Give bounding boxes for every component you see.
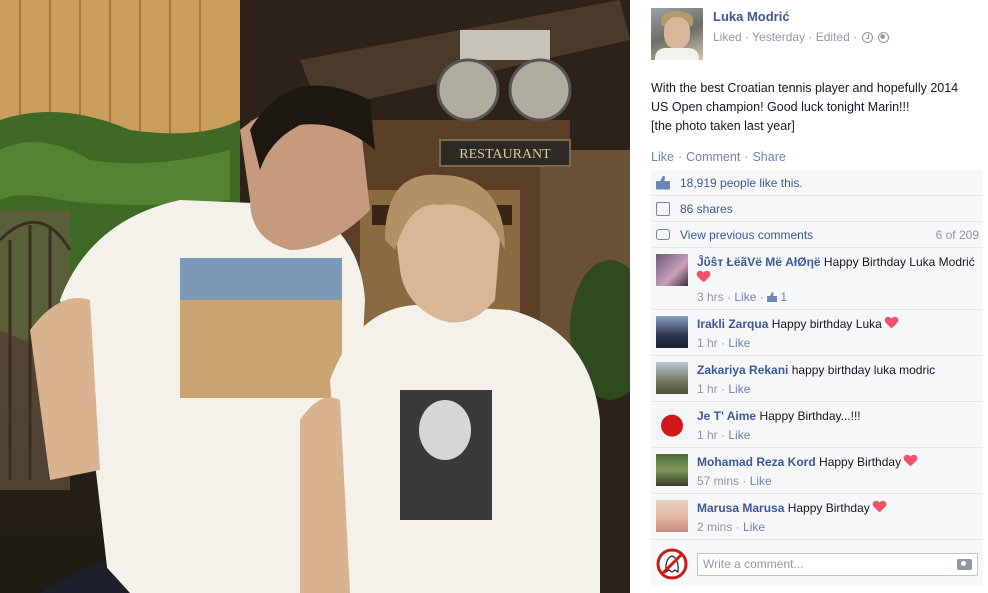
share-icon xyxy=(656,201,670,216)
photo-illustration: RESTAURANT xyxy=(0,0,630,593)
viewer-avatar[interactable] xyxy=(656,548,688,580)
comment-text: Happy Birthday xyxy=(819,455,902,469)
comment-text: happy birthday luka modric xyxy=(791,363,936,377)
heart-icon xyxy=(697,271,710,283)
comment-item: Ĵΰŝт ŁёãVё Μё ΑłØηё Happy Birthday Luka … xyxy=(651,248,983,310)
commenter-avatar[interactable] xyxy=(656,408,688,440)
like-link[interactable]: Like xyxy=(651,150,674,164)
comment-like-link[interactable]: Like xyxy=(728,382,750,396)
heart-icon xyxy=(885,317,898,329)
post-text: With the best Croatian tennis player and… xyxy=(651,79,987,136)
post-photo[interactable]: RESTAURANT xyxy=(0,0,630,593)
post-header: Luka Modrić Liked · Yesterday · Edited · xyxy=(651,8,890,60)
ghost-logo-icon xyxy=(656,548,688,580)
comment-item: Marusa Marusa Happy Birthday 2 mins · Li… xyxy=(651,494,983,540)
author-name[interactable]: Luka Modrić xyxy=(713,9,889,24)
comment-like-link[interactable]: Like xyxy=(743,520,765,534)
like-icon xyxy=(656,175,670,190)
shares-count[interactable]: 86 shares xyxy=(680,202,733,216)
comment-like-link[interactable]: Like xyxy=(750,474,772,488)
post-text-line: US Open champion! Good luck tonight Mari… xyxy=(651,100,910,114)
commenter-avatar[interactable] xyxy=(656,316,688,348)
comment-text: Happy Birthday Luka Modrić xyxy=(823,255,975,269)
likes-row[interactable]: 18,919 people like this. xyxy=(651,170,983,196)
commenter-name[interactable]: Mohamad Reza Kord xyxy=(697,455,816,469)
feedback-box: 18,919 people like this. 86 shares View … xyxy=(651,170,983,586)
comment-item: Mohamad Reza Kord Happy Birthday 57 mins… xyxy=(651,448,983,494)
comment-time[interactable]: 1 hr xyxy=(697,428,718,442)
comment-icon xyxy=(656,229,670,240)
post-meta: Liked · Yesterday · Edited · xyxy=(713,30,890,44)
heart-icon xyxy=(873,501,886,513)
comment-like-link[interactable]: Like xyxy=(728,428,750,442)
comment-time[interactable]: 1 hr xyxy=(697,336,718,350)
comment-text: Happy Birthday xyxy=(787,501,870,515)
globe-icon[interactable] xyxy=(878,31,890,43)
commenter-name[interactable]: Marusa Marusa xyxy=(697,501,784,515)
comment-input-placeholder: Write a comment... xyxy=(703,557,804,571)
view-previous-row[interactable]: View previous comments 6 of 209 xyxy=(651,222,983,248)
separator: · xyxy=(744,150,749,164)
comment-count: 6 of 209 xyxy=(935,227,979,242)
commenter-avatar[interactable] xyxy=(656,454,688,486)
post-text-line: With the best Croatian tennis player and… xyxy=(651,81,959,95)
post-meta-text: Liked · Yesterday · Edited · xyxy=(713,30,858,44)
comment-text: Happy Birthday...!!! xyxy=(759,409,861,423)
author-avatar[interactable] xyxy=(651,8,703,60)
post-sidebar: Luka Modrić Liked · Yesterday · Edited ·… xyxy=(630,0,988,593)
commenter-avatar[interactable] xyxy=(656,254,688,286)
comment-like-count[interactable]: 1 xyxy=(780,290,787,304)
comment-item: Irakli Zarqua Happy birthday Luka 1 hr ·… xyxy=(651,310,983,356)
post-text-line: [the photo taken last year] xyxy=(651,119,795,133)
comment-time[interactable]: 57 mins xyxy=(697,474,739,488)
comment-input[interactable]: Write a comment... xyxy=(697,552,978,576)
camera-icon[interactable] xyxy=(957,558,972,570)
comment-time[interactable]: 1 hr xyxy=(697,382,718,396)
share-link[interactable]: Share xyxy=(752,150,785,164)
comment-like-link[interactable]: Like xyxy=(728,336,750,350)
like-icon xyxy=(767,292,778,302)
comment-item: Zakariya Rekani happy birthday luka modr… xyxy=(651,356,983,402)
shares-row[interactable]: 86 shares xyxy=(651,196,983,222)
commenter-name[interactable]: Irakli Zarqua xyxy=(697,317,768,331)
restaurant-sign: RESTAURANT xyxy=(459,147,551,162)
commenter-avatar[interactable] xyxy=(656,500,688,532)
commenter-name[interactable]: Ĵΰŝт ŁёãVё Μё ΑłØηё xyxy=(697,255,821,269)
comment-time[interactable]: 2 mins xyxy=(697,520,732,534)
comment-link[interactable]: Comment xyxy=(686,150,740,164)
heart-icon xyxy=(904,455,917,467)
comment-like-link[interactable]: Like xyxy=(734,290,756,304)
clock-icon[interactable] xyxy=(862,31,874,43)
commenter-name[interactable]: Je T' Aime xyxy=(697,409,756,423)
comment-text: Happy birthday Luka xyxy=(771,317,882,331)
comment-time[interactable]: 3 hrs xyxy=(697,290,724,304)
likes-count[interactable]: 18,919 people like this. xyxy=(680,176,803,190)
commenter-name[interactable]: Zakariya Rekani xyxy=(697,363,788,377)
comment-composer: Write a comment... xyxy=(651,540,983,586)
commenter-avatar[interactable] xyxy=(656,362,688,394)
post-actions: Like · Comment · Share xyxy=(651,150,786,164)
comment-item: Je T' Aime Happy Birthday...!!! 1 hr · L… xyxy=(651,402,983,448)
separator: · xyxy=(677,150,683,164)
view-previous-comments[interactable]: View previous comments xyxy=(680,228,813,242)
